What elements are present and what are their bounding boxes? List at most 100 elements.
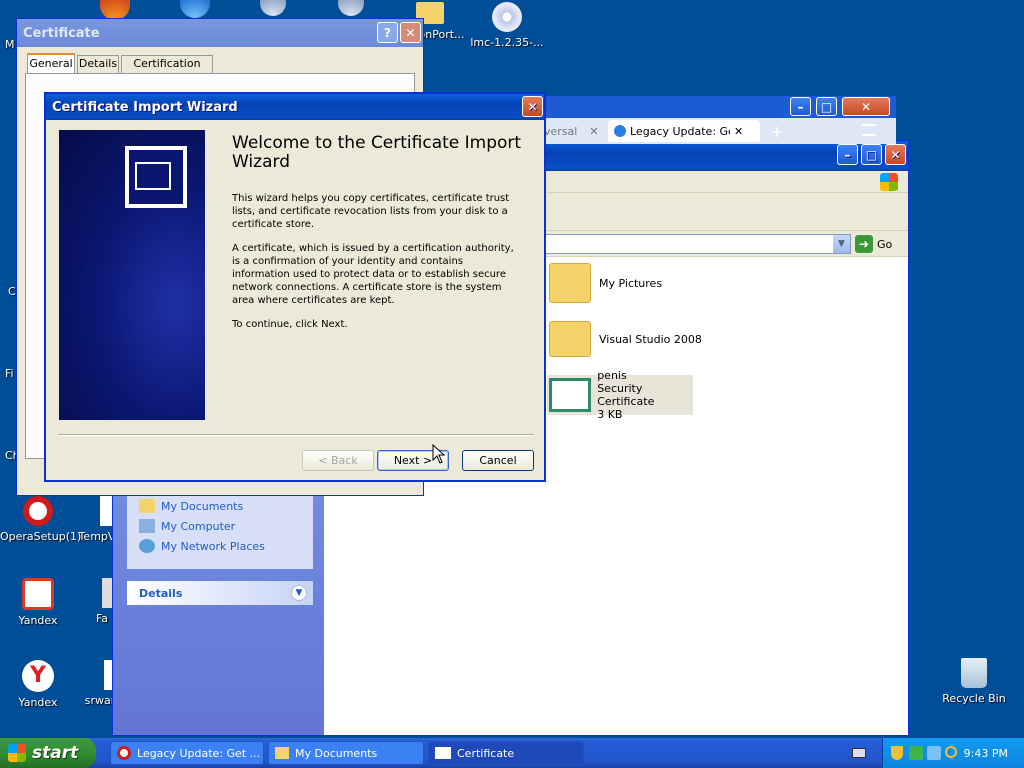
minimize-button[interactable]: –	[837, 144, 858, 165]
task-certificate[interactable]: Certificate	[428, 741, 584, 765]
browser-tab-1[interactable]: versal ✕	[544, 120, 604, 142]
close-icon[interactable]: ✕	[589, 125, 598, 138]
close-button[interactable]: ✕	[400, 22, 421, 43]
network-icon	[139, 539, 155, 553]
details-panel-header[interactable]: Details ▼	[127, 581, 313, 605]
file-item-my-pictures[interactable]: My Pictures	[549, 263, 662, 303]
browser-tab-2[interactable]: Legacy Update: Get L ✕	[608, 120, 760, 142]
tab-details[interactable]: Details	[77, 55, 119, 73]
desktop-icon-label: Fi	[5, 367, 14, 380]
yandex-icon: Y	[22, 660, 54, 692]
my-documents-icon	[139, 499, 155, 513]
cancel-button[interactable]: Cancel	[462, 450, 534, 471]
yandex-box-icon	[22, 578, 54, 610]
folder-icon	[549, 321, 591, 357]
sidebar-item-my-documents[interactable]: My Documents	[139, 499, 243, 513]
file-item-visual-studio[interactable]: Visual Studio 2008	[549, 321, 702, 357]
desktop-icon-label: C	[8, 285, 16, 298]
desktop-icon-lmc[interactable]: lmc-1.2.35-...	[468, 2, 546, 49]
desktop-icon-label: OperaSetup(1)	[0, 530, 82, 543]
tab-label: General	[29, 57, 73, 70]
windows-logo-icon	[8, 744, 26, 762]
close-icon[interactable]: ✕	[734, 125, 743, 138]
tab-label: Details	[78, 57, 118, 70]
wizard-titlebar[interactable]: Certificate Import Wizard ✕	[46, 94, 544, 120]
certificate-icon	[435, 747, 451, 759]
start-label: start	[32, 743, 79, 763]
go-button[interactable]: ➜ Go	[855, 234, 892, 254]
minimize-button[interactable]: –	[790, 97, 811, 116]
chevron-down-icon[interactable]: ▼	[291, 585, 307, 601]
browser-titlebar[interactable]: – □ ✕	[524, 96, 896, 118]
go-arrow-icon: ➜	[855, 235, 873, 253]
task-legacy-update[interactable]: Legacy Update: Get ...	[110, 741, 264, 765]
window-title: Certificate	[23, 25, 100, 41]
file-item-name: Visual Studio 2008	[599, 332, 702, 346]
file-item-name: My Pictures	[599, 276, 663, 290]
system-tray: 9:43 PM	[882, 738, 1024, 768]
desktop-icon-recycle-bin[interactable]: Recycle Bin	[936, 658, 1012, 705]
sidebar-item-label: My Documents	[161, 499, 244, 513]
cancel-label: Cancel	[479, 454, 517, 467]
file-item-size: 3 KB	[597, 408, 623, 421]
my-computer-icon	[139, 519, 155, 533]
start-button[interactable]: start	[0, 738, 96, 768]
file-item-type: Security Certificate	[597, 382, 655, 408]
desktop-icon-yandex-2[interactable]: Y Yandex	[0, 660, 76, 709]
details-label: Details	[139, 586, 183, 600]
certificate-import-wizard[interactable]: Certificate Import Wizard ✕ Welcome to t…	[44, 92, 546, 482]
new-tab-button[interactable]: +	[770, 122, 783, 141]
menu-icon[interactable]	[862, 124, 876, 136]
desktop-icon-operasetup[interactable]: OperaSetup(1)	[0, 496, 81, 543]
wizard-continue-text: To continue, click Next.	[232, 319, 348, 330]
close-button[interactable]: ✕	[885, 144, 906, 165]
desktop-icon-label: Fa	[95, 612, 109, 625]
file-item-name: penis	[597, 369, 627, 382]
ie-icon[interactable]	[180, 0, 210, 18]
folder-icon	[275, 747, 289, 759]
recycle-bin-icon	[961, 658, 987, 688]
task-my-documents[interactable]: My Documents	[268, 741, 424, 765]
clock[interactable]: 9:43 PM	[964, 747, 1008, 760]
security-icon[interactable]	[909, 746, 923, 760]
globe-icon[interactable]	[338, 0, 364, 16]
maximize-button[interactable]: □	[861, 144, 882, 165]
tab-certification-path[interactable]: Certification Path	[121, 55, 213, 86]
desktop-icon-label: Yandex	[18, 696, 58, 709]
wizard-heading: Welcome to the Certificate Import Wizard	[232, 133, 522, 172]
close-button[interactable]: ✕	[522, 96, 543, 117]
taskbar: start Legacy Update: Get ... My Document…	[0, 738, 1024, 768]
next-label: Next >	[393, 454, 433, 467]
sidebar-item-my-computer[interactable]: My Computer	[139, 519, 235, 533]
desktop-icon-label: TempV	[78, 530, 116, 543]
network-icon[interactable]	[927, 746, 941, 760]
maximize-button[interactable]: □	[816, 97, 837, 116]
opera-icon	[23, 496, 53, 526]
sidebar-item-my-network-places[interactable]: My Network Places	[139, 539, 265, 553]
window-title: Certificate Import Wizard	[52, 99, 238, 115]
desktop-icon-label: lmc-1.2.35-...	[470, 36, 544, 49]
keyboard-icon[interactable]	[852, 748, 866, 758]
tab-general[interactable]: General	[27, 53, 75, 73]
tab-title: Legacy Update: Get L	[630, 124, 730, 138]
desktop-icon-yandex-1[interactable]: Yandex	[0, 578, 76, 627]
go-label: Go	[877, 237, 893, 251]
certificate-file-icon	[549, 378, 592, 412]
tab-title: versal	[544, 124, 578, 138]
shield-icon[interactable]	[891, 746, 903, 760]
help-button[interactable]: ?	[377, 22, 398, 43]
globe-icon	[614, 125, 626, 137]
task-label: My Documents	[295, 746, 378, 760]
task-label: Certificate	[457, 746, 515, 760]
browser-window[interactable]: – □ ✕ versal ✕ Legacy Update: Get L ✕ +	[524, 96, 896, 144]
address-dropdown-button[interactable]: ▼	[833, 235, 850, 253]
back-button[interactable]: < Back	[302, 450, 374, 471]
search-icon[interactable]	[945, 746, 957, 758]
close-button[interactable]: ✕	[842, 97, 890, 116]
mouse-cursor-icon	[432, 444, 446, 464]
globe-icon[interactable]	[260, 0, 286, 16]
desktop-icon-label: M	[5, 38, 15, 51]
file-item-certificate[interactable]: penis Security Certificate 3 KB	[547, 369, 693, 421]
certificate-titlebar[interactable]: Certificate ? ✕	[17, 19, 423, 47]
firefox-icon[interactable]	[100, 0, 130, 20]
